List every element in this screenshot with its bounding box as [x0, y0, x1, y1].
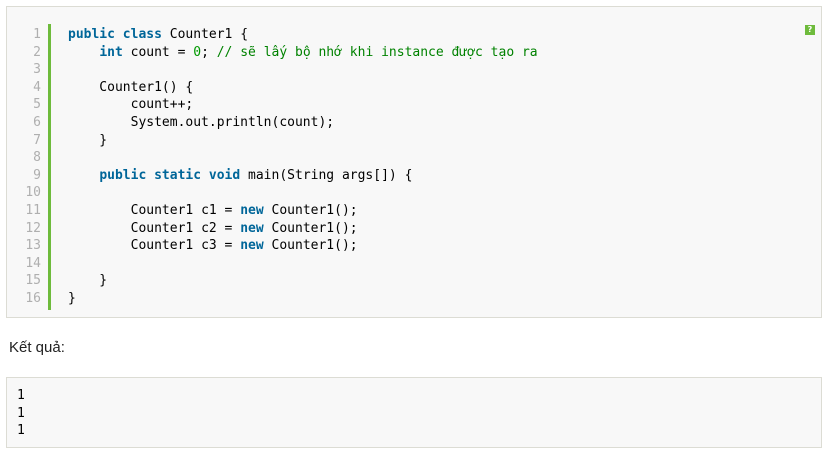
- line-number: 12: [25, 220, 41, 236]
- keyword: int: [99, 44, 123, 60]
- code-text: ;: [201, 44, 217, 60]
- line-number: 1: [33, 27, 41, 42]
- output-line: 1: [17, 388, 25, 403]
- code-text: count =: [122, 44, 194, 60]
- line-number: 16: [25, 290, 41, 306]
- code-text: Counter1();: [263, 238, 358, 254]
- line-number: 15: [25, 273, 41, 289]
- line-number: 14: [25, 255, 41, 271]
- code-line: count++;: [68, 97, 194, 113]
- keyword: new: [240, 202, 264, 218]
- line-number: 3: [33, 62, 41, 78]
- line-number: 6: [33, 114, 41, 130]
- code-line: }: [68, 290, 76, 306]
- code-block: ? 1 2 3 4 5 6 7 8 9 10 11 12 13 14 15 16…: [6, 6, 822, 318]
- code-text: Counter1 c3 =: [130, 238, 241, 254]
- line-numbers-gutter: 1 2 3 4 5 6 7 8 9 10 11 12 13 14 15 16: [7, 26, 41, 308]
- code-line: Counter1 c2 = new Counter1();: [68, 220, 538, 238]
- code-line: Counter1() {: [68, 79, 194, 95]
- code-line: Counter1 c3 = new Counter1();: [68, 237, 538, 255]
- line-number: 2: [33, 44, 41, 60]
- output-line: 1: [17, 405, 25, 421]
- code-text: Counter1();: [263, 220, 358, 236]
- line-number: 5: [33, 97, 41, 113]
- code-text: main(String args[]) {: [240, 167, 413, 183]
- code-text: Counter1 c1 =: [130, 202, 241, 218]
- line-number: 13: [25, 238, 41, 254]
- line-number: 8: [33, 150, 41, 166]
- code-content: public class Counter1 { int count = 0; /…: [68, 26, 538, 308]
- code-line: public class Counter1 {: [68, 26, 538, 44]
- code-text: Counter1 c2 =: [130, 220, 241, 236]
- code-text: Counter1 {: [161, 27, 249, 42]
- line-number: 10: [25, 185, 41, 201]
- line-number: 11: [25, 202, 41, 218]
- keyword: public class: [68, 27, 162, 42]
- output-block: 1 1 1: [6, 377, 822, 448]
- keyword: new: [240, 238, 264, 254]
- code-line: System.out.println(count);: [68, 114, 335, 130]
- code-line: public static void main(String args[]) {: [68, 167, 538, 185]
- line-number: 7: [33, 132, 41, 148]
- result-heading: Kết quả:: [9, 339, 65, 356]
- output-line: 1: [17, 423, 25, 439]
- code-comment: // sẽ lấy bộ nhớ khi instance được tạo r…: [216, 44, 538, 60]
- line-number: 4: [33, 79, 41, 95]
- keyword: new: [240, 220, 264, 236]
- line-number: 9: [33, 167, 41, 183]
- code-line: }: [68, 273, 108, 289]
- help-icon[interactable]: ?: [805, 25, 815, 35]
- keyword: public static void: [99, 167, 241, 183]
- code-line: }: [68, 132, 108, 148]
- code-line: Counter1 c1 = new Counter1();: [68, 202, 538, 220]
- code-text: Counter1();: [263, 202, 358, 218]
- number-literal: 0: [193, 44, 202, 60]
- gutter-divider: [48, 24, 51, 310]
- code-line: int count = 0; // sẽ lấy bộ nhớ khi inst…: [68, 44, 538, 62]
